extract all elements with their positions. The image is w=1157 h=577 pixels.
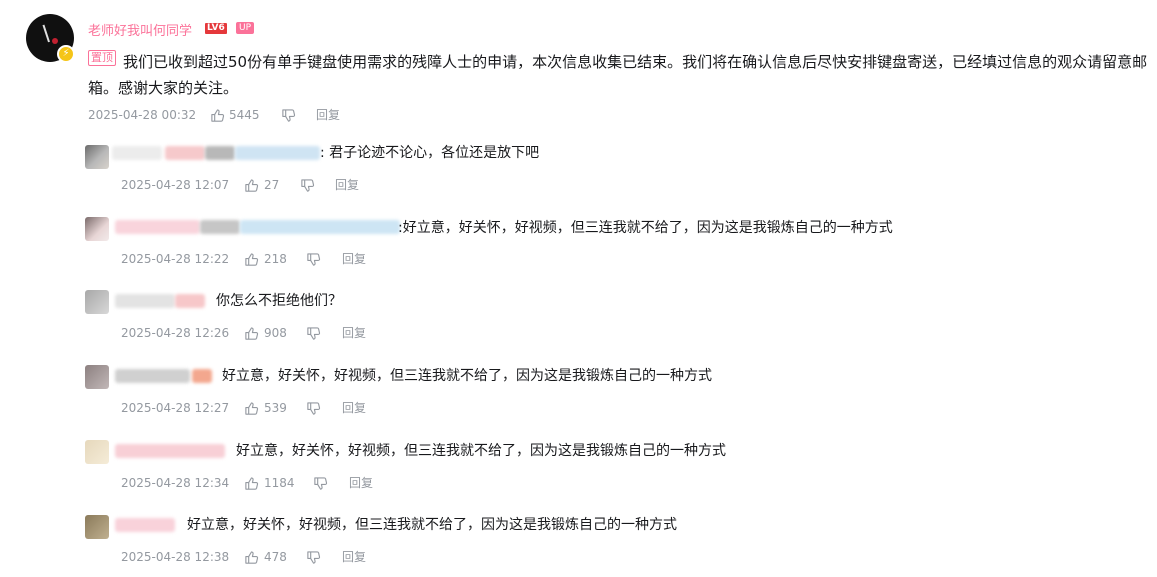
blurred-username-part xyxy=(192,369,212,383)
thumbs-down-icon[interactable] xyxy=(306,252,321,267)
thumbs-up-icon[interactable] xyxy=(244,326,259,341)
reply-time: 2025-04-28 12:34 xyxy=(121,476,230,490)
reply-button[interactable]: 回复 xyxy=(342,399,366,417)
blurred-username-part xyxy=(175,294,205,308)
like-count: 539 xyxy=(264,401,287,415)
reply-avatar[interactable] xyxy=(85,217,109,241)
reply-text: :好立意，好关怀，好视频，但三连我就不给了，因为这是我锻炼自己的一种方式 xyxy=(398,220,893,236)
username[interactable]: 老师好我叫何同学 xyxy=(88,20,192,39)
blurred-username-part xyxy=(235,146,320,160)
reply-avatar[interactable] xyxy=(85,365,109,389)
pinned-tag: 置顶 xyxy=(88,50,116,66)
blurred-username[interactable] xyxy=(115,518,175,532)
like-count: 27 xyxy=(264,178,280,192)
reply-text: 好立意，好关怀，好视频，但三连我就不给了，因为这是我锻炼自己的一种方式 xyxy=(222,368,712,384)
up-badge: UP xyxy=(236,22,255,34)
reply-button[interactable]: 回复 xyxy=(342,324,366,342)
reply-button[interactable]: 回复 xyxy=(342,548,366,566)
thumbs-up-icon[interactable] xyxy=(244,178,259,193)
reply-meta: 2025-04-28 12:07 27 回复 xyxy=(121,176,521,194)
comment-time: 2025-04-28 00:32 xyxy=(88,108,197,122)
reply-button[interactable]: 回复 xyxy=(335,176,359,194)
comment-meta: 2025-04-28 00:32 5445 回复 xyxy=(88,106,488,124)
blurred-username[interactable] xyxy=(115,369,190,383)
thumbs-up-icon[interactable] xyxy=(244,476,259,491)
reply-avatar[interactable] xyxy=(85,145,109,169)
thumbs-down-icon[interactable] xyxy=(306,550,321,565)
reply-time: 2025-04-28 12:26 xyxy=(121,326,230,340)
reply-time: 2025-04-28 12:27 xyxy=(121,401,230,415)
blurred-username-part xyxy=(200,220,240,234)
reply-meta: 2025-04-28 12:27 539 回复 xyxy=(121,399,521,417)
reply-time: 2025-04-28 12:22 xyxy=(121,252,230,266)
blurred-username-part xyxy=(205,146,235,160)
reply-text: 好立意，好关怀，好视频，但三连我就不给了，因为这是我锻炼自己的一种方式 xyxy=(187,517,677,533)
blurred-username[interactable] xyxy=(115,220,200,234)
thumbs-up-icon[interactable] xyxy=(244,550,259,565)
level-badge: LV6 xyxy=(205,23,227,34)
verified-lightning-icon: ⚡ xyxy=(57,45,75,63)
thumbs-up-icon[interactable] xyxy=(244,252,259,267)
reply-button[interactable]: 回复 xyxy=(349,474,373,492)
thumbs-up-icon[interactable] xyxy=(210,108,225,123)
reply-time: 2025-04-28 12:38 xyxy=(121,550,230,564)
blurred-username-part xyxy=(165,146,205,160)
reply-button[interactable]: 回复 xyxy=(316,106,340,124)
blurred-username-part xyxy=(240,220,400,234)
reply-button[interactable]: 回复 xyxy=(342,250,366,268)
reply-meta: 2025-04-28 12:38 478 回复 xyxy=(121,548,521,566)
blurred-username[interactable] xyxy=(115,294,175,308)
reply-meta: 2025-04-28 12:26 908 回复 xyxy=(121,324,521,342)
like-count: 908 xyxy=(264,326,287,340)
reply-time: 2025-04-28 12:07 xyxy=(121,178,230,192)
reply-avatar[interactable] xyxy=(85,440,109,464)
like-count: 478 xyxy=(264,550,287,564)
like-count: 1184 xyxy=(264,476,295,490)
avatar-art xyxy=(42,24,50,43)
thumbs-up-icon[interactable] xyxy=(244,401,259,416)
thumbs-down-icon[interactable] xyxy=(306,326,321,341)
blurred-username[interactable] xyxy=(112,146,162,160)
thumbs-down-icon[interactable] xyxy=(281,108,296,123)
like-count: 218 xyxy=(264,252,287,266)
reply-text: 你怎么不拒绝他们？ xyxy=(216,293,342,309)
reply-avatar[interactable] xyxy=(85,290,109,314)
thumbs-down-icon[interactable] xyxy=(300,178,315,193)
reply-avatar[interactable] xyxy=(85,515,109,539)
like-count: 5445 xyxy=(229,108,260,122)
avatar-art-dot xyxy=(52,38,58,44)
reply-meta: 2025-04-28 12:22 218 回复 xyxy=(121,250,521,268)
thumbs-down-icon[interactable] xyxy=(306,401,321,416)
thumbs-down-icon[interactable] xyxy=(313,476,328,491)
reply-text: 好立意，好关怀，好视频，但三连我就不给了，因为这是我锻炼自己的一种方式 xyxy=(236,443,726,459)
reply-meta: 2025-04-28 12:34 1184 回复 xyxy=(121,474,521,492)
reply-text: : 君子论迹不论心，各位还是放下吧 xyxy=(320,145,540,161)
comment-text: 我们已收到超过50份有单手键盘使用需求的残障人士的申请，本次信息收集已结束。我们… xyxy=(88,53,1148,97)
blurred-username[interactable] xyxy=(115,444,225,458)
